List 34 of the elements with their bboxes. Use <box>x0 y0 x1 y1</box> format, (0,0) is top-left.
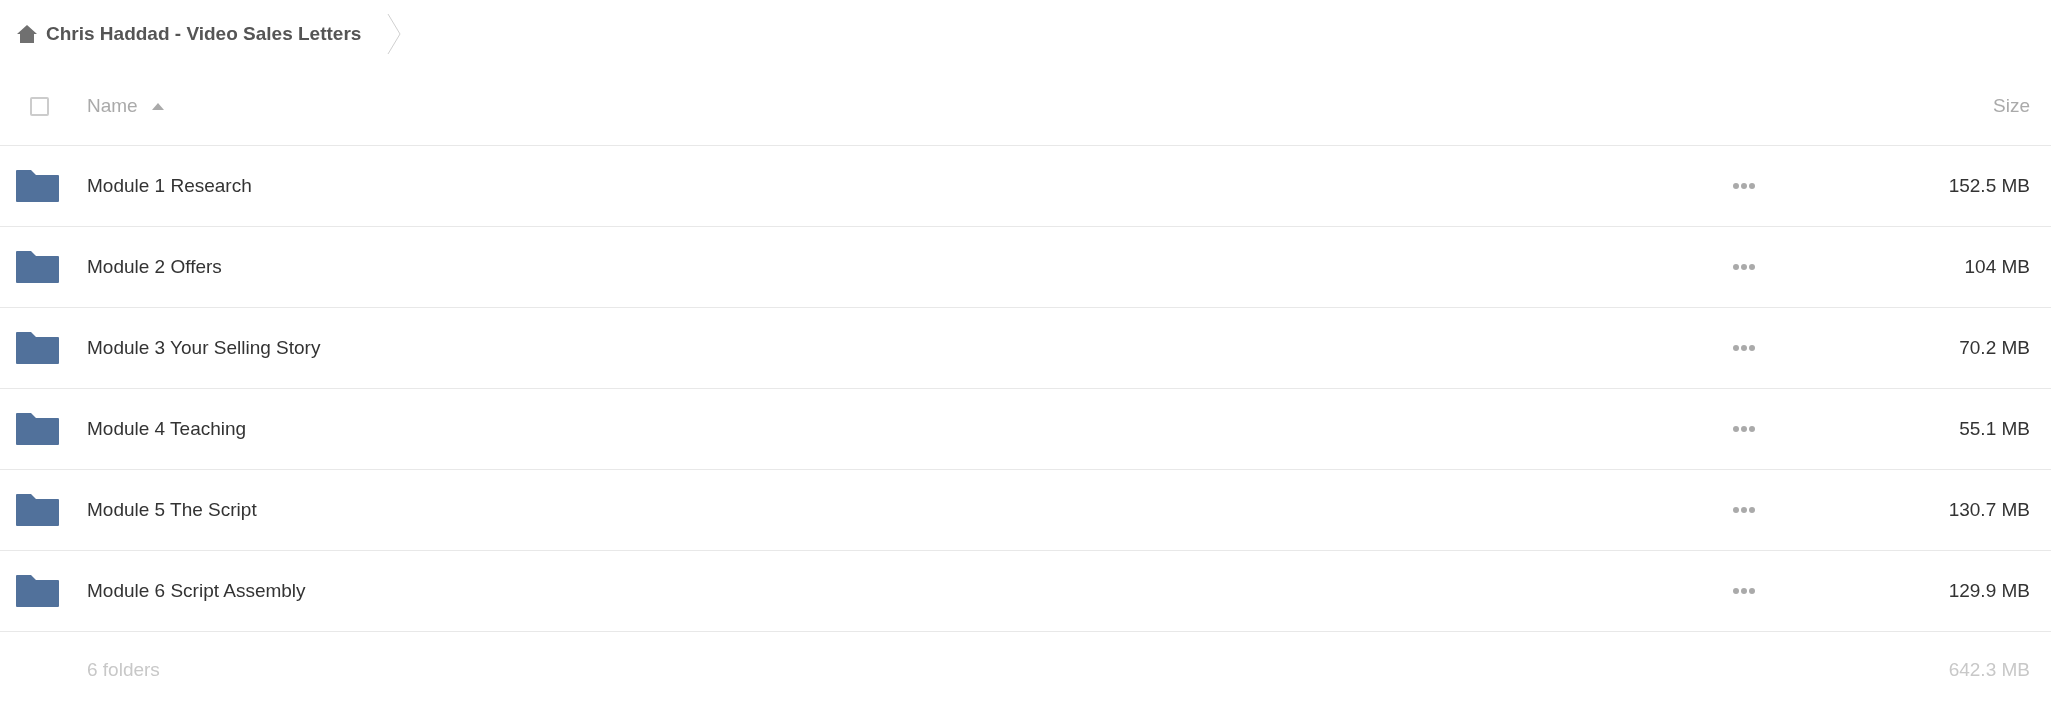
folder-icon <box>15 331 60 365</box>
folder-size: 152.5 MB <box>1947 173 2030 198</box>
more-options-icon[interactable] <box>1733 507 1755 513</box>
folder-name[interactable]: Module 5 The Script <box>87 495 257 525</box>
folder-size: 129.9 MB <box>1947 578 2030 603</box>
more-options-icon[interactable] <box>1733 183 1755 189</box>
more-options-icon[interactable] <box>1733 264 1755 270</box>
breadcrumb-title[interactable]: Chris Haddad - Video Sales Letters <box>46 19 362 49</box>
folder-name[interactable]: Module 4 Teaching <box>87 414 247 444</box>
folder-row[interactable]: Module 5 The Script 130.7 MB <box>0 470 2051 551</box>
folder-icon <box>15 250 60 284</box>
folder-icon <box>15 169 60 203</box>
breadcrumb-separator-icon <box>387 13 402 55</box>
select-all-checkbox[interactable] <box>30 97 49 116</box>
folder-size: 104 MB <box>1963 254 2030 279</box>
folder-name[interactable]: Module 3 Your Selling Story <box>87 333 321 363</box>
folder-row[interactable]: Module 6 Script Assembly 129.9 MB <box>0 551 2051 632</box>
folder-icon <box>15 574 60 608</box>
folder-name[interactable]: Module 1 Research <box>87 171 252 201</box>
folder-row[interactable]: Module 3 Your Selling Story 70.2 MB <box>0 308 2051 389</box>
folder-row[interactable]: Module 2 Offers 104 MB <box>0 227 2051 308</box>
folder-name[interactable]: Module 2 Offers <box>87 252 222 282</box>
folder-row[interactable]: Module 4 Teaching 55.1 MB <box>0 389 2051 470</box>
folder-size: 130.7 MB <box>1947 497 2030 522</box>
folder-row[interactable]: Module 1 Research 152.5 MB <box>0 146 2051 227</box>
folder-icon <box>15 493 60 527</box>
folder-size: 55.1 MB <box>1958 416 2030 441</box>
more-options-icon[interactable] <box>1733 345 1755 351</box>
folder-icon <box>15 412 60 446</box>
home-icon[interactable] <box>16 24 38 44</box>
more-options-icon[interactable] <box>1733 588 1755 594</box>
more-options-icon[interactable] <box>1733 426 1755 432</box>
folder-name[interactable]: Module 6 Script Assembly <box>87 576 306 606</box>
folder-size: 70.2 MB <box>1958 335 2030 360</box>
